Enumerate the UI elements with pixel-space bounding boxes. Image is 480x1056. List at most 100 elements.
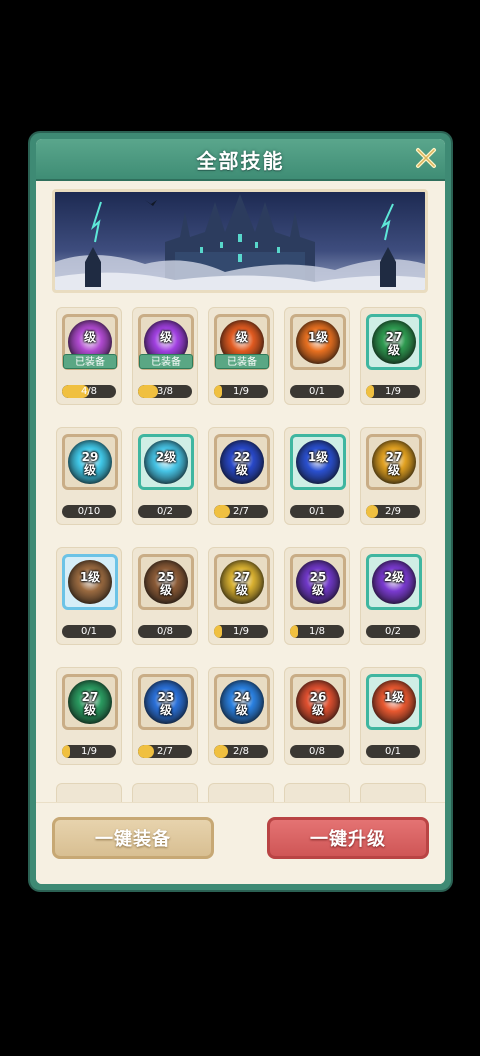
equipped-badge: 已装备 <box>63 354 117 369</box>
skill-icon-frame: 27 级 <box>62 674 118 730</box>
upgrade-progress-bar: 0/8 <box>138 625 192 638</box>
skill-card[interactable]: 2级 0/2 <box>360 547 426 645</box>
equipped-badge: 已装备 <box>215 354 269 369</box>
skill-icon-frame: 2级 <box>138 434 194 490</box>
skill-icon-frame: 25 级 <box>290 554 346 610</box>
castle-illustration <box>55 192 425 290</box>
dialog-title: 全部技能 <box>196 148 285 173</box>
upgrade-progress-bar: 2/9 <box>366 505 420 518</box>
skill-card[interactable]: 26 级 0/8 <box>284 667 350 765</box>
skill-card[interactable]: 27 级 1/9 <box>360 307 426 405</box>
skill-card[interactable]: 2级 0/2 <box>132 427 198 525</box>
skill-level: 2级 <box>155 450 177 464</box>
skill-icon-frame: 1级 <box>290 434 346 490</box>
footer: 一键装备 一键升级 <box>36 802 445 884</box>
dialog-body: 全部技能 级 已装备 4/8 级 已装备 3/8 级 已装备 1/9 1级 0/… <box>36 139 445 884</box>
upgrade-progress-bar: 2/7 <box>138 745 192 758</box>
upgrade-progress-bar: 4/8 <box>62 385 116 398</box>
castle-banner <box>52 189 428 293</box>
skill-level: 1级 <box>307 450 329 464</box>
skill-level: 25 级 <box>157 570 175 597</box>
skill-level: 1级 <box>307 330 329 344</box>
skill-icon-frame: 1级 <box>366 674 422 730</box>
skill-level: 2级 <box>383 570 405 584</box>
skill-level: 22 级 <box>233 450 251 477</box>
progress-text: 0/1 <box>308 506 326 517</box>
skill-icon-frame: 25 级 <box>138 554 194 610</box>
skill-card[interactable]: 1级 0/1 <box>284 427 350 525</box>
skills-dialog: 全部技能 级 已装备 4/8 级 已装备 3/8 级 已装备 1/9 1级 0/… <box>30 133 451 890</box>
upgrade-progress-bar: 1/9 <box>214 385 268 398</box>
progress-text: 2/7 <box>156 746 174 757</box>
skill-icon-frame: 27 级 <box>214 554 270 610</box>
skill-card[interactable]: 1级 0/1 <box>56 547 122 645</box>
skill-level: 级 <box>235 330 248 344</box>
skill-level: 29 级 <box>81 450 99 477</box>
progress-text: 3/8 <box>156 386 174 397</box>
progress-text: 0/8 <box>308 746 326 757</box>
skill-card[interactable]: 24 级 2/8 <box>208 667 274 765</box>
skill-level: 27 级 <box>233 570 251 597</box>
progress-text: 1/9 <box>80 746 98 757</box>
skill-card[interactable]: 22 级 2/7 <box>208 427 274 525</box>
progress-text: 0/10 <box>77 506 101 517</box>
skill-card[interactable]: 1级 0/1 <box>284 307 350 405</box>
progress-text: 0/1 <box>308 386 326 397</box>
progress-text: 1/9 <box>232 626 250 637</box>
skill-card[interactable]: 23 级 2/7 <box>132 667 198 765</box>
upgrade-progress-bar: 3/8 <box>138 385 192 398</box>
skill-icon-frame: 1级 <box>62 554 118 610</box>
upgrade-progress-bar: 0/2 <box>366 625 420 638</box>
skill-icon-frame: 26 级 <box>290 674 346 730</box>
close-button[interactable] <box>413 145 439 171</box>
progress-text: 0/8 <box>156 626 174 637</box>
skill-card[interactable]: 级已装备 1/9 <box>208 307 274 405</box>
skill-card[interactable]: 27 级 2/9 <box>360 427 426 525</box>
skill-card[interactable]: 25 级 0/8 <box>132 547 198 645</box>
title-bar: 全部技能 <box>36 139 445 181</box>
progress-text: 1/9 <box>232 386 250 397</box>
skill-icon-frame: 27 级 <box>366 314 422 370</box>
progress-text: 4/8 <box>80 386 98 397</box>
skill-icon-frame: 24 级 <box>214 674 270 730</box>
upgrade-progress-bar: 0/10 <box>62 505 116 518</box>
skill-icon-frame: 2级 <box>366 554 422 610</box>
skill-card[interactable]: 27 级 1/9 <box>56 667 122 765</box>
skill-card[interactable]: 级已装备 4/8 <box>56 307 122 405</box>
equip-all-button[interactable]: 一键装备 <box>52 817 214 859</box>
skill-level: 27 级 <box>81 690 99 717</box>
progress-text: 0/1 <box>80 626 98 637</box>
upgrade-progress-bar: 1/9 <box>62 745 116 758</box>
upgrade-progress-bar: 0/8 <box>290 745 344 758</box>
skill-level: 1级 <box>383 690 405 704</box>
skill-grid: 级已装备 4/8 级已装备 3/8 级已装备 1/9 1级 0/1 27 级 1/9 29 级 0/1… <box>56 307 426 765</box>
progress-text: 0/2 <box>156 506 174 517</box>
skill-card[interactable]: 25 级 1/8 <box>284 547 350 645</box>
skill-level: 1级 <box>79 570 101 584</box>
upgrade-progress-bar: 1/9 <box>366 385 420 398</box>
progress-text: 1/8 <box>308 626 326 637</box>
skill-card[interactable]: 1级 0/1 <box>360 667 426 765</box>
skill-level: 23 级 <box>157 690 175 717</box>
upgrade-progress-bar: 0/1 <box>290 505 344 518</box>
skill-level: 24 级 <box>233 690 251 717</box>
progress-text: 0/1 <box>384 746 402 757</box>
skill-level: 级 <box>83 330 96 344</box>
upgrade-progress-bar: 0/2 <box>138 505 192 518</box>
skill-level: 27 级 <box>385 330 403 357</box>
upgrade-all-button[interactable]: 一键升级 <box>267 817 429 859</box>
skill-icon-frame: 27 级 <box>366 434 422 490</box>
upgrade-progress-bar: 0/1 <box>366 745 420 758</box>
skill-card[interactable]: 29 级 0/10 <box>56 427 122 525</box>
skill-level: 26 级 <box>309 690 327 717</box>
skill-icon-frame: 22 级 <box>214 434 270 490</box>
equipped-badge: 已装备 <box>139 354 193 369</box>
skill-level: 级 <box>159 330 172 344</box>
skill-card[interactable]: 27 级 1/9 <box>208 547 274 645</box>
skill-card[interactable]: 级已装备 3/8 <box>132 307 198 405</box>
upgrade-progress-bar: 0/1 <box>62 625 116 638</box>
upgrade-progress-bar: 2/7 <box>214 505 268 518</box>
progress-text: 2/7 <box>232 506 250 517</box>
progress-text: 2/9 <box>384 506 402 517</box>
skill-icon-frame: 1级 <box>290 314 346 370</box>
